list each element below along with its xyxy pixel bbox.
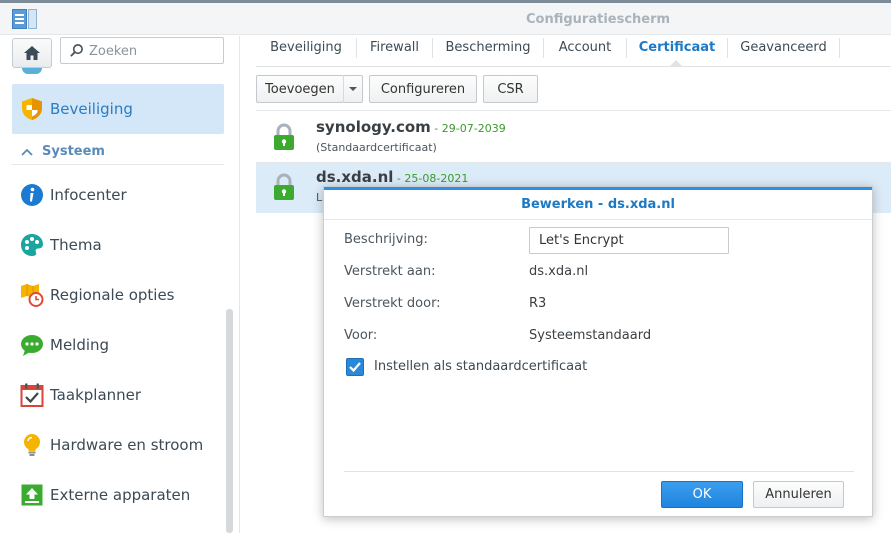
tab-certificaat[interactable]: Certificaat <box>627 36 727 59</box>
sidebar-item-taakplanner[interactable]: Taakplanner <box>12 370 224 420</box>
sidebar-item-hardware-en-stroom[interactable]: Hardware en stroom <box>12 420 224 470</box>
map-clock-icon <box>21 284 44 307</box>
lock-icon <box>274 123 294 150</box>
sidebar-item-label: Beveiliging <box>50 100 133 118</box>
shield-icon <box>22 98 42 120</box>
search-input[interactable] <box>89 41 219 61</box>
for-value: Systeemstandaard <box>529 328 652 343</box>
sidebar-item-label: Thema <box>50 236 102 254</box>
add-dropdown-button[interactable] <box>343 75 363 103</box>
tab-bar: Beveiliging Firewall Bescherming Account… <box>256 36 891 67</box>
tab-bescherming[interactable]: Bescherming <box>433 36 543 59</box>
toolbar-divider <box>256 110 891 111</box>
certificate-name: synology.com <box>316 118 431 136</box>
home-button[interactable] <box>12 38 52 68</box>
dialog-accent-line <box>324 187 872 190</box>
tab-account[interactable]: Account <box>544 36 626 59</box>
sidebar: Beveiliging Systeem Infocenter Thema <box>0 36 240 533</box>
issued-to-label: Verstrekt aan: <box>344 264 436 279</box>
certificate-subtitle: L <box>316 191 323 204</box>
control-panel-icon <box>12 9 37 29</box>
section-label: Systeem <box>42 144 105 159</box>
search-icon <box>70 44 83 57</box>
description-label: Beschrijving: <box>344 232 428 247</box>
edit-certificate-dialog: Bewerken - ds.xda.nl Beschrijving: Verst… <box>323 186 873 517</box>
dialog-footer-divider <box>344 471 854 472</box>
sidebar-item-label: Regionale opties <box>50 286 175 304</box>
sidebar-item-thema[interactable]: Thema <box>12 220 224 270</box>
dialog-title: Bewerken - ds.xda.nl <box>521 197 675 212</box>
lock-icon <box>274 173 294 200</box>
sidebar-item-externe-apparaten[interactable]: Externe apparaten <box>12 470 224 520</box>
tab-firewall[interactable]: Firewall <box>357 36 432 59</box>
title-bar: Configuratiescherm <box>0 3 891 35</box>
sidebar-item-label: Taakplanner <box>50 386 142 404</box>
active-tab-pointer <box>670 60 682 66</box>
sidebar-item-melding[interactable]: Melding <box>12 320 224 370</box>
default-certificate-label[interactable]: Instellen als standaardcertificaat <box>374 359 587 374</box>
issued-by-value: R3 <box>529 296 547 311</box>
cancel-button[interactable]: Annuleren <box>753 481 844 508</box>
for-label: Voor: <box>344 328 378 343</box>
scrolled-item-icon <box>22 68 42 74</box>
certificate-title: ds.xda.nl - 25-08-2021 <box>316 168 468 186</box>
certificate-subtitle: (Standaardcertificaat) <box>316 141 437 154</box>
certificate-expiry-date: 25-08-2021 <box>404 172 469 185</box>
tab-divider <box>839 38 840 58</box>
caret-down-icon <box>349 87 357 91</box>
info-icon <box>21 184 43 206</box>
configure-button[interactable]: Configureren <box>369 75 477 103</box>
csr-button[interactable]: CSR <box>483 75 538 103</box>
certificate-name: ds.xda.nl <box>316 168 394 186</box>
section-header-systeem[interactable]: Systeem <box>12 139 224 165</box>
sidebar-scrollbar[interactable] <box>226 309 233 533</box>
window-title: Configuratiescherm <box>526 12 671 27</box>
lightbulb-icon <box>24 434 40 456</box>
certificate-date-separator: - <box>430 122 442 135</box>
issued-to-value: ds.xda.nl <box>529 264 589 279</box>
sidebar-item-label: Melding <box>50 336 110 354</box>
issued-by-label: Verstrekt door: <box>344 296 441 311</box>
certificate-expiry-date: 29-07-2039 <box>441 122 506 135</box>
upload-icon <box>21 484 43 506</box>
dialog-title-divider <box>324 219 872 220</box>
certificate-date-separator: - <box>393 172 405 185</box>
sidebar-item-regionale-opties[interactable]: Regionale opties <box>12 270 224 320</box>
search-box[interactable] <box>60 37 224 64</box>
home-icon <box>24 46 40 60</box>
sidebar-item-label: Infocenter <box>50 186 127 204</box>
add-button[interactable]: Toevoegen <box>256 75 344 103</box>
sidebar-item-infocenter[interactable]: Infocenter <box>12 170 224 220</box>
chevron-up-icon <box>21 148 33 156</box>
certificate-title: synology.com - 29-07-2039 <box>316 118 506 136</box>
calendar-check-icon <box>20 383 44 407</box>
checkmark-icon <box>349 362 361 373</box>
tab-geavanceerd[interactable]: Geavanceerd <box>728 36 839 59</box>
sidebar-item-label: Hardware en stroom <box>50 436 204 454</box>
tab-beveiliging[interactable]: Beveiliging <box>256 36 356 59</box>
chat-bubble-icon <box>21 335 43 356</box>
sidebar-item-label: Externe apparaten <box>50 486 191 504</box>
palette-icon <box>21 234 43 256</box>
description-field[interactable] <box>529 227 729 254</box>
sidebar-item-beveiliging[interactable]: Beveiliging <box>12 84 224 134</box>
certificate-row[interactable]: synology.com - 29-07-2039 (Standaardcert… <box>256 113 891 163</box>
default-certificate-checkbox[interactable] <box>346 358 364 376</box>
ok-button[interactable]: OK <box>661 481 743 508</box>
